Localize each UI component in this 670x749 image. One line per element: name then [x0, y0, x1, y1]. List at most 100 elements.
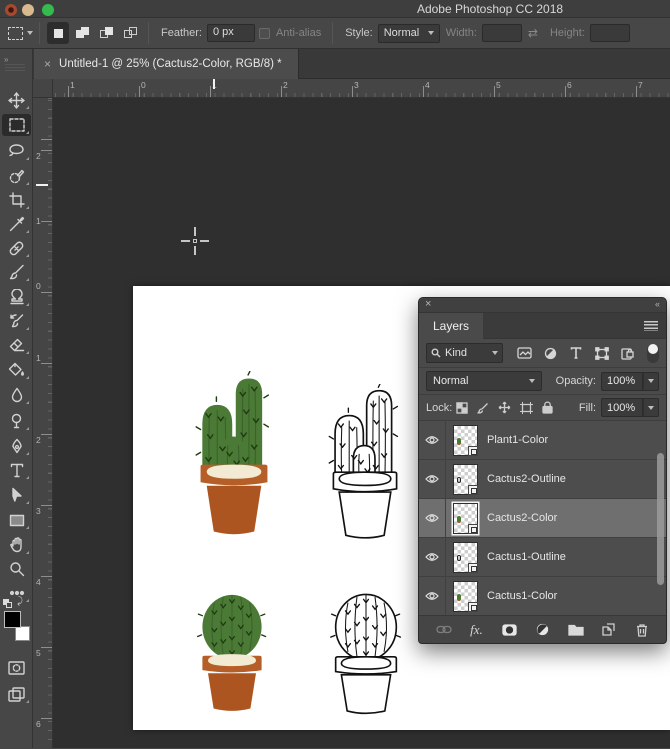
add-layer-mask-button[interactable]: [500, 621, 520, 639]
opacity-control[interactable]: 100%: [601, 372, 659, 391]
layer-name[interactable]: Cactus2-Color: [487, 512, 557, 524]
vertical-ruler[interactable]: 2 1 0 1 2 3 4 5 6: [33, 98, 53, 748]
swap-colors-icon[interactable]: ⤸: [17, 596, 23, 607]
swap-width-height-icon[interactable]: ⇄: [528, 26, 538, 40]
lock-artboard-icon[interactable]: [520, 402, 533, 414]
ruler-label: 1: [36, 216, 41, 226]
layer-filter-row: Kind: [419, 339, 666, 368]
current-tool-badge[interactable]: [8, 27, 33, 40]
panel-header: × ‹‹: [419, 298, 666, 313]
new-selection-button[interactable]: [47, 22, 69, 44]
ruler-label: 3: [36, 506, 41, 516]
document-tab[interactable]: × Untitled-1 @ 25% (Cactus2-Color, RGB/8…: [34, 49, 299, 79]
spot-healing-brush-tool[interactable]: [2, 237, 31, 259]
filter-shape-layers-icon[interactable]: [590, 343, 615, 363]
layer-name[interactable]: Cactus1-Outline: [487, 551, 566, 563]
layer-thumbnail[interactable]: [453, 503, 478, 534]
layer-visibility-toggle[interactable]: [419, 499, 446, 537]
layers-list: Plant1-Color Cactus2-Outline: [419, 421, 666, 615]
anti-alias-checkbox[interactable]: [259, 28, 270, 39]
blend-mode-select[interactable]: Normal: [426, 371, 542, 391]
screen-mode-button[interactable]: [2, 683, 31, 705]
lock-all-icon[interactable]: [542, 401, 553, 414]
brush-tool[interactable]: [2, 261, 31, 283]
layers-tab[interactable]: Layers: [419, 313, 483, 339]
width-input[interactable]: [482, 24, 522, 42]
close-panel-icon[interactable]: ×: [425, 298, 431, 310]
blur-tool[interactable]: [2, 384, 31, 406]
layer-style-button[interactable]: fx.: [467, 621, 487, 639]
ruler-origin-corner[interactable]: [33, 79, 53, 98]
layer-row-selected[interactable]: Cactus2-Color: [419, 499, 666, 538]
layer-visibility-toggle[interactable]: [419, 538, 446, 576]
fill-control[interactable]: 100%: [601, 398, 659, 417]
delete-layer-button[interactable]: [632, 621, 652, 639]
panel-scrollbar[interactable]: [657, 453, 664, 585]
crop-tool[interactable]: [2, 189, 31, 211]
background-color-swatch[interactable]: [15, 626, 30, 641]
layer-visibility-toggle[interactable]: [419, 460, 446, 498]
filter-adjustment-layers-icon[interactable]: [538, 343, 563, 363]
filter-type-layers-icon[interactable]: [564, 343, 589, 363]
feather-input[interactable]: 0 px: [207, 24, 255, 42]
move-tool[interactable]: [2, 89, 31, 111]
filter-toggle-switch[interactable]: [647, 344, 659, 363]
zoom-tool[interactable]: [2, 558, 31, 580]
intersect-selection-button[interactable]: [119, 22, 141, 44]
layer-thumbnail[interactable]: [453, 542, 478, 573]
layer-name[interactable]: Plant1-Color: [487, 434, 548, 446]
new-group-button[interactable]: [566, 621, 586, 639]
height-input[interactable]: [590, 24, 630, 42]
layer-thumbnail[interactable]: [453, 581, 478, 612]
paint-bucket-tool[interactable]: [2, 359, 31, 381]
default-colors-control[interactable]: ⤸: [3, 597, 29, 609]
type-tool[interactable]: [2, 459, 31, 481]
width-label: Width:: [446, 27, 477, 39]
quick-selection-tool[interactable]: [2, 165, 31, 187]
filter-kind-select[interactable]: Kind: [426, 343, 503, 363]
hand-tool[interactable]: [2, 534, 31, 556]
panel-menu-icon[interactable]: [644, 321, 658, 331]
add-to-selection-button[interactable]: [71, 22, 93, 44]
layer-visibility-toggle[interactable]: [419, 421, 446, 459]
lasso-tool[interactable]: [2, 140, 31, 162]
layer-row[interactable]: Cactus2-Outline: [419, 460, 666, 499]
expand-toolbar-icon[interactable]: »: [4, 55, 7, 64]
layer-name[interactable]: Cactus1-Color: [487, 590, 557, 602]
layer-thumbnail[interactable]: [453, 425, 478, 456]
lock-pixels-icon[interactable]: [477, 402, 489, 414]
ruler-label: 2: [36, 151, 41, 161]
history-brush-tool[interactable]: [2, 310, 31, 332]
path-selection-tool[interactable]: [2, 484, 31, 506]
clone-stamp-tool[interactable]: [2, 286, 31, 308]
filter-pixel-layers-icon[interactable]: [512, 343, 537, 363]
rectangular-marquee-tool[interactable]: [2, 114, 31, 136]
style-select[interactable]: Normal: [378, 24, 440, 43]
lock-position-icon[interactable]: [498, 401, 511, 414]
new-adjustment-layer-button[interactable]: [533, 621, 553, 639]
eraser-tool[interactable]: [2, 334, 31, 356]
layer-row[interactable]: Cactus1-Color: [419, 577, 666, 615]
layer-name[interactable]: Cactus2-Outline: [487, 473, 566, 485]
dodge-tool[interactable]: [2, 410, 31, 432]
layer-thumbnail[interactable]: [453, 464, 478, 495]
close-tab-icon[interactable]: ×: [44, 57, 51, 71]
lock-transparency-icon[interactable]: [456, 402, 468, 414]
layer-visibility-toggle[interactable]: [419, 577, 446, 615]
filter-smart-objects-icon[interactable]: [615, 343, 640, 363]
subtract-from-selection-button[interactable]: [95, 22, 117, 44]
app-title: Adobe Photoshop CC 2018: [0, 2, 670, 16]
layer-row[interactable]: Cactus1-Outline: [419, 538, 666, 577]
canvas-area[interactable]: 1 0 1 2 3 4 5 6 7 2 1 0 1 2 3: [33, 79, 670, 748]
horizontal-ruler[interactable]: 1 0 1 2 3 4 5 6 7: [53, 79, 670, 98]
foreground-color-swatch[interactable]: [4, 611, 21, 628]
photoshop-window: Adobe Photoshop CC 2018 Feather: 0 px An…: [0, 0, 670, 749]
collapse-panel-icon[interactable]: ‹‹: [655, 299, 659, 309]
layer-row[interactable]: Plant1-Color: [419, 421, 666, 460]
eyedropper-tool[interactable]: [2, 213, 31, 235]
quick-mask-button[interactable]: [2, 657, 31, 679]
pen-tool[interactable]: [2, 435, 31, 457]
link-layers-button[interactable]: [434, 621, 454, 639]
rectangle-shape-tool[interactable]: [2, 509, 31, 531]
new-layer-button[interactable]: [599, 621, 619, 639]
